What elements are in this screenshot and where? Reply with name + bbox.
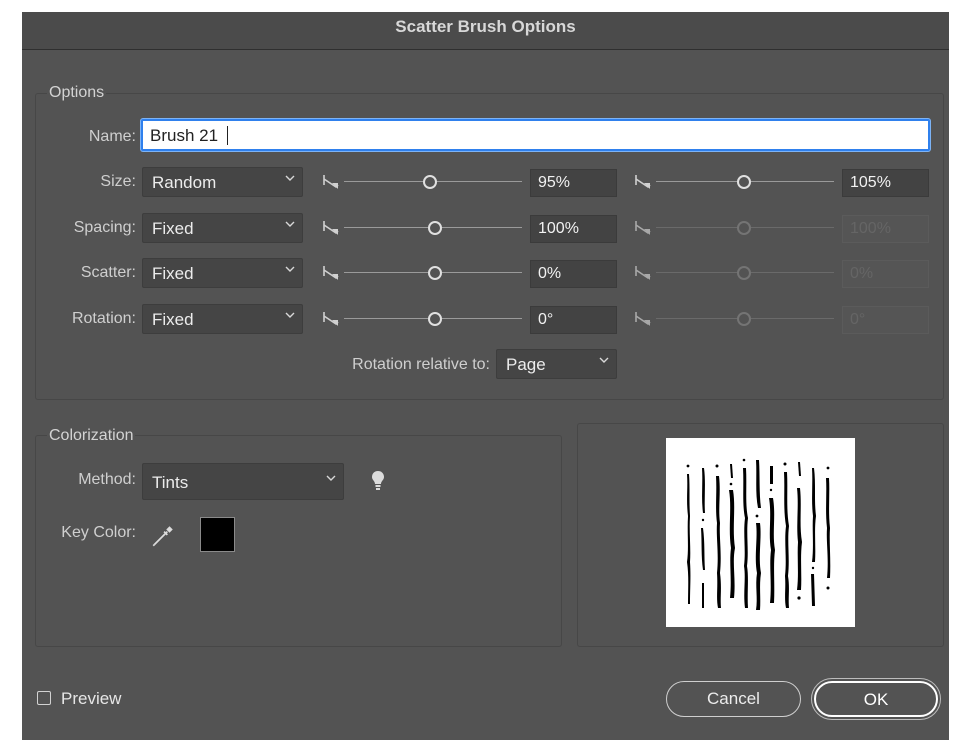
spacing-min-slider[interactable] bbox=[322, 218, 522, 238]
spacing-method-value: Fixed bbox=[152, 219, 194, 238]
name-label: Name: bbox=[88, 128, 136, 145]
lock-slider-icon bbox=[323, 175, 339, 189]
slider-knob bbox=[737, 312, 751, 326]
scatter-max-slider bbox=[634, 263, 834, 283]
tip-bulb-icon[interactable] bbox=[371, 470, 385, 492]
chevron-down-icon bbox=[599, 357, 609, 363]
colorization-method-value: Tints bbox=[152, 473, 189, 492]
spacing-label: Spacing: bbox=[73, 219, 136, 236]
options-legend: Options bbox=[47, 84, 107, 102]
rotation-min-slider[interactable] bbox=[322, 309, 522, 329]
rotation-relative-select[interactable]: Page bbox=[496, 349, 617, 379]
ok-button-label: OK bbox=[863, 690, 889, 709]
key-color-swatch[interactable] bbox=[200, 517, 235, 552]
spacing-method-select[interactable]: Fixed bbox=[142, 213, 303, 243]
slider-knob bbox=[737, 266, 751, 280]
chevron-down-icon bbox=[285, 312, 295, 318]
lock-slider-icon bbox=[635, 221, 651, 235]
size-label: Size: bbox=[100, 173, 136, 190]
lock-slider-icon bbox=[635, 312, 651, 326]
scatter-brush-options-dialog: Scatter Brush Options Options Name: Brus… bbox=[22, 12, 949, 740]
scatter-brush-strokes bbox=[686, 458, 831, 610]
scatter-method-value: Fixed bbox=[152, 264, 194, 283]
lock-slider-icon bbox=[323, 266, 339, 280]
colorization-legend: Colorization bbox=[47, 427, 136, 445]
scatter-min-slider[interactable] bbox=[322, 263, 522, 283]
name-field[interactable]: Brush 21 bbox=[141, 119, 930, 151]
scatter-label: Scatter: bbox=[80, 264, 136, 281]
lock-slider-icon bbox=[635, 175, 651, 189]
slider-knob[interactable] bbox=[737, 175, 751, 189]
rotation-method-select[interactable]: Fixed bbox=[142, 304, 303, 334]
slider-knob[interactable] bbox=[428, 266, 442, 280]
rotation-min-field[interactable]: 0° bbox=[530, 306, 617, 334]
rotation-max-slider bbox=[634, 309, 834, 329]
lock-slider-icon bbox=[323, 221, 339, 235]
size-method-value: Random bbox=[152, 173, 217, 192]
scatter-max-field: 0% bbox=[842, 260, 929, 288]
chevron-down-icon bbox=[285, 175, 295, 181]
chevron-down-icon bbox=[285, 266, 295, 272]
slider-knob[interactable] bbox=[423, 175, 437, 189]
rotation-max-field: 0° bbox=[842, 306, 929, 334]
rotation-label: Rotation: bbox=[71, 310, 136, 327]
spacing-max-slider bbox=[634, 218, 834, 238]
text-cursor bbox=[227, 126, 228, 145]
rotation-relative-label: Rotation relative to: bbox=[352, 356, 490, 373]
brush-preview-image bbox=[666, 438, 855, 627]
lock-slider-icon bbox=[635, 266, 651, 280]
chevron-down-icon bbox=[285, 221, 295, 227]
size-method-select[interactable]: Random bbox=[142, 167, 303, 197]
rotation-method-value: Fixed bbox=[152, 310, 194, 329]
size-max-slider[interactable] bbox=[634, 172, 834, 192]
preview-label[interactable]: Preview bbox=[61, 689, 121, 709]
spacing-max-field: 100% bbox=[842, 215, 929, 243]
key-color-label: Key Color: bbox=[61, 524, 136, 541]
size-min-slider[interactable] bbox=[322, 172, 522, 192]
chevron-down-icon bbox=[326, 475, 336, 481]
rotation-relative-value: Page bbox=[506, 355, 546, 374]
size-max-field[interactable]: 105% bbox=[842, 169, 929, 197]
scatter-method-select[interactable]: Fixed bbox=[142, 258, 303, 288]
colorization-method-select[interactable]: Tints bbox=[142, 463, 344, 500]
slider-knob bbox=[737, 221, 751, 235]
slider-knob[interactable] bbox=[428, 221, 442, 235]
eyedropper-icon[interactable] bbox=[150, 523, 176, 549]
method-label: Method: bbox=[78, 471, 136, 488]
cancel-button[interactable]: Cancel bbox=[666, 681, 801, 717]
spacing-min-field[interactable]: 100% bbox=[530, 215, 617, 243]
scatter-min-field[interactable]: 0% bbox=[530, 260, 617, 288]
size-min-field[interactable]: 95% bbox=[530, 169, 617, 197]
name-value: Brush 21 bbox=[150, 126, 219, 145]
ok-button[interactable]: OK bbox=[811, 678, 941, 720]
dialog-title: Scatter Brush Options bbox=[22, 12, 949, 50]
preview-checkbox[interactable] bbox=[37, 691, 51, 705]
slider-knob[interactable] bbox=[428, 312, 442, 326]
lock-slider-icon bbox=[323, 312, 339, 326]
